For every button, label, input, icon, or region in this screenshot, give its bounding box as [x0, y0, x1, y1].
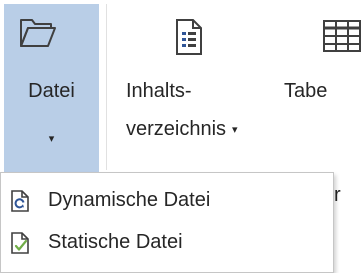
document-icon [174, 18, 204, 61]
menu-item-dynamic-file[interactable]: Dynamische Datei [2, 182, 332, 220]
static-file-icon [10, 232, 30, 259]
toc-label-line1: Inhalts- [126, 80, 192, 102]
datei-label: Datei [28, 80, 75, 102]
menu-item-static-file[interactable]: Statische Datei [2, 224, 332, 262]
toc-label-line2-text: verzeichnis [126, 118, 227, 140]
table-button[interactable]: Tabe [278, 4, 363, 170]
table-of-contents-button[interactable]: Inhalts- verzeichnis ▾ [118, 4, 238, 170]
datei-dropdown-menu: Dynamische Datei Statische Datei [0, 172, 334, 273]
folder-icon [18, 16, 58, 55]
table-label: Tabe [284, 80, 328, 102]
chevron-down-icon[interactable]: ▾ [4, 132, 99, 145]
menu-item-label: Statische Datei [48, 231, 183, 253]
chevron-down-icon[interactable]: ▾ [232, 124, 238, 136]
toc-label-line2: verzeichnis ▾ [126, 118, 238, 141]
menu-item-label: Dynamische Datei [48, 189, 211, 211]
partially-hidden-text: r [334, 184, 341, 206]
datei-button[interactable]: Datei ▾ [4, 4, 99, 196]
ribbon: Datei ▾ Inhalts- verzeichnis ▾ Tabe [0, 0, 363, 196]
group-separator [106, 4, 107, 170]
table-icon [322, 18, 362, 59]
dynamic-file-icon [10, 190, 30, 217]
